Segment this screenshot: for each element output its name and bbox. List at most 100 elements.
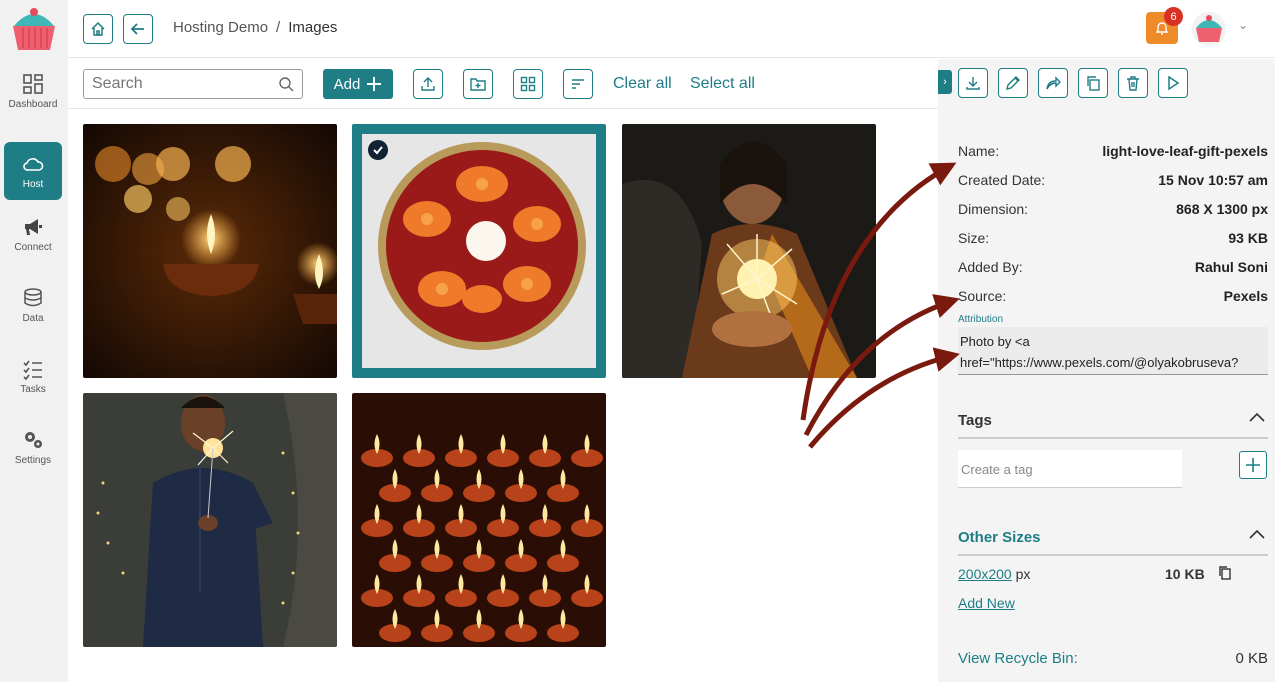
detail-row-added-by: Added By: Rahul Soni bbox=[958, 259, 1268, 275]
sidebar: Dashboard Host Connect Data Tasks Settin… bbox=[0, 0, 68, 682]
detail-label: Dimension: bbox=[958, 201, 1029, 217]
home-button[interactable] bbox=[83, 14, 113, 44]
detail-value-added-by: Rahul Soni bbox=[1194, 259, 1268, 275]
download-icon bbox=[966, 77, 980, 90]
add-new-size-link[interactable]: Add New bbox=[958, 595, 1015, 611]
share-arrow-icon bbox=[1046, 76, 1061, 90]
detail-label: Source: bbox=[958, 288, 1007, 304]
gears-icon bbox=[25, 431, 42, 448]
sidebar-item-tasks[interactable]: Tasks bbox=[4, 347, 62, 405]
image-thumbnail[interactable] bbox=[352, 393, 606, 647]
divider bbox=[958, 437, 1268, 439]
detail-row-source: Source: Pexels bbox=[958, 288, 1268, 304]
sidebar-item-label: Host bbox=[22, 178, 44, 190]
search-input[interactable] bbox=[83, 69, 303, 99]
attribution-label: Attribution bbox=[958, 314, 1004, 325]
sidebar-item-settings[interactable]: Settings bbox=[4, 418, 62, 476]
detail-row-dimension: Dimension: 868 X 1300 px bbox=[958, 201, 1268, 217]
size-variant-unit: px bbox=[1015, 566, 1031, 582]
add-tag-button[interactable] bbox=[1239, 451, 1267, 479]
database-icon bbox=[24, 287, 42, 306]
megaphone-icon bbox=[25, 218, 42, 235]
copy-button[interactable] bbox=[1078, 68, 1108, 98]
edit-button[interactable] bbox=[998, 68, 1028, 98]
sidebar-item-label: Dashboard bbox=[8, 98, 58, 110]
other-size-row: 200x200 px bbox=[958, 566, 1030, 582]
recycle-bin-size: 0 KB bbox=[1235, 650, 1268, 667]
sidebar-item-label: Settings bbox=[14, 454, 52, 466]
size-variant-link[interactable]: 200x200 bbox=[958, 566, 1012, 582]
top-header: Hosting Demo / Images 6 ⌄ bbox=[68, 0, 1275, 58]
trash-icon bbox=[1127, 76, 1139, 91]
detail-value-dimension: 868 X 1300 px bbox=[1176, 201, 1268, 217]
play-button[interactable] bbox=[1158, 68, 1188, 98]
copy-url-button[interactable] bbox=[1217, 565, 1233, 586]
breadcrumb-item-images: Images bbox=[288, 19, 338, 36]
image-thumbnail-selected[interactable] bbox=[352, 124, 606, 378]
man-sparkler-image bbox=[83, 393, 337, 647]
sidebar-item-dashboard[interactable]: Dashboard bbox=[4, 62, 62, 120]
attribution-line: href="https://www.pexels.com/@olyakobrus… bbox=[960, 355, 1239, 370]
tags-collapse-chevron-up-icon[interactable] bbox=[1248, 410, 1266, 427]
attribution-textarea[interactable]: Photo by <a href="https://www.pexels.com… bbox=[958, 327, 1268, 375]
folder-plus-icon bbox=[470, 78, 486, 91]
detail-label: Created Date: bbox=[958, 172, 1046, 188]
copy-icon bbox=[1219, 566, 1231, 580]
breadcrumb-item-hosting-demo[interactable]: Hosting Demo bbox=[173, 19, 268, 36]
detail-row-name: Name: light-love-leaf-gift-pexels bbox=[958, 143, 1268, 159]
create-tag-input[interactable]: Create a tag bbox=[958, 450, 1182, 488]
home-icon bbox=[91, 21, 105, 36]
breadcrumb-separator: / bbox=[276, 19, 281, 36]
sort-button[interactable] bbox=[563, 69, 593, 99]
clear-all-link[interactable]: Clear all bbox=[613, 75, 672, 93]
tags-section-title: Tags bbox=[958, 412, 992, 429]
sidebar-item-host[interactable]: Host bbox=[4, 142, 62, 200]
grid-icon bbox=[520, 76, 536, 92]
selected-check-icon[interactable] bbox=[368, 140, 388, 160]
attribution-line: Photo by <a bbox=[960, 334, 1030, 349]
play-icon bbox=[1168, 75, 1180, 91]
detail-value-name: light-love-leaf-gift-pexels bbox=[1102, 143, 1268, 159]
other-sizes-collapse-chevron-up-icon[interactable] bbox=[1248, 527, 1266, 544]
detail-value-source: Pexels bbox=[1223, 288, 1268, 304]
back-button[interactable] bbox=[123, 14, 153, 44]
detail-label: Size: bbox=[958, 230, 990, 246]
image-thumbnail[interactable] bbox=[622, 124, 876, 378]
sidebar-item-label: Data bbox=[22, 312, 44, 324]
upload-button[interactable] bbox=[413, 69, 443, 99]
pencil-icon bbox=[1006, 76, 1020, 90]
flower-bowl-image bbox=[362, 134, 596, 368]
sidebar-item-label: Connect bbox=[14, 241, 52, 253]
image-thumbnail[interactable] bbox=[83, 393, 337, 647]
sidebar-item-label: Tasks bbox=[20, 383, 46, 395]
divider bbox=[958, 554, 1268, 556]
other-sizes-section-title: Other Sizes bbox=[958, 529, 1041, 546]
download-button[interactable] bbox=[958, 68, 988, 98]
new-folder-button[interactable] bbox=[463, 69, 493, 99]
diya-candles-image bbox=[83, 124, 337, 378]
sort-lines-icon bbox=[572, 79, 584, 89]
copy-icon bbox=[1087, 76, 1100, 91]
gallery-toolbar: Add Clear all Select all bbox=[68, 59, 938, 109]
plus-icon bbox=[367, 77, 382, 91]
sidebar-item-data[interactable]: Data bbox=[4, 276, 62, 334]
notification-count-badge: 6 bbox=[1164, 7, 1183, 26]
account-menu-chevron-down-icon[interactable]: ⌄ bbox=[1238, 18, 1248, 32]
checklist-icon bbox=[23, 360, 42, 380]
sidebar-item-connect[interactable]: Connect bbox=[4, 205, 62, 263]
app-logo-icon[interactable] bbox=[9, 4, 59, 54]
select-all-link[interactable]: Select all bbox=[690, 75, 755, 93]
search-icon[interactable] bbox=[278, 76, 294, 92]
user-avatar[interactable] bbox=[1192, 12, 1226, 46]
app-root: Dashboard Host Connect Data Tasks Settin… bbox=[0, 0, 1275, 682]
add-button[interactable]: Add bbox=[323, 69, 393, 99]
cloud-icon bbox=[23, 157, 44, 171]
share-button[interactable] bbox=[1038, 68, 1068, 98]
add-button-label: Add bbox=[333, 75, 361, 93]
grid-view-button[interactable] bbox=[513, 69, 543, 99]
view-recycle-bin-link[interactable]: View Recycle Bin: bbox=[958, 650, 1078, 667]
collapse-panel-chevron-right-icon[interactable]: › bbox=[938, 70, 952, 94]
image-thumbnail[interactable] bbox=[83, 124, 337, 378]
detail-label: Added By: bbox=[958, 259, 1023, 275]
delete-button[interactable] bbox=[1118, 68, 1148, 98]
